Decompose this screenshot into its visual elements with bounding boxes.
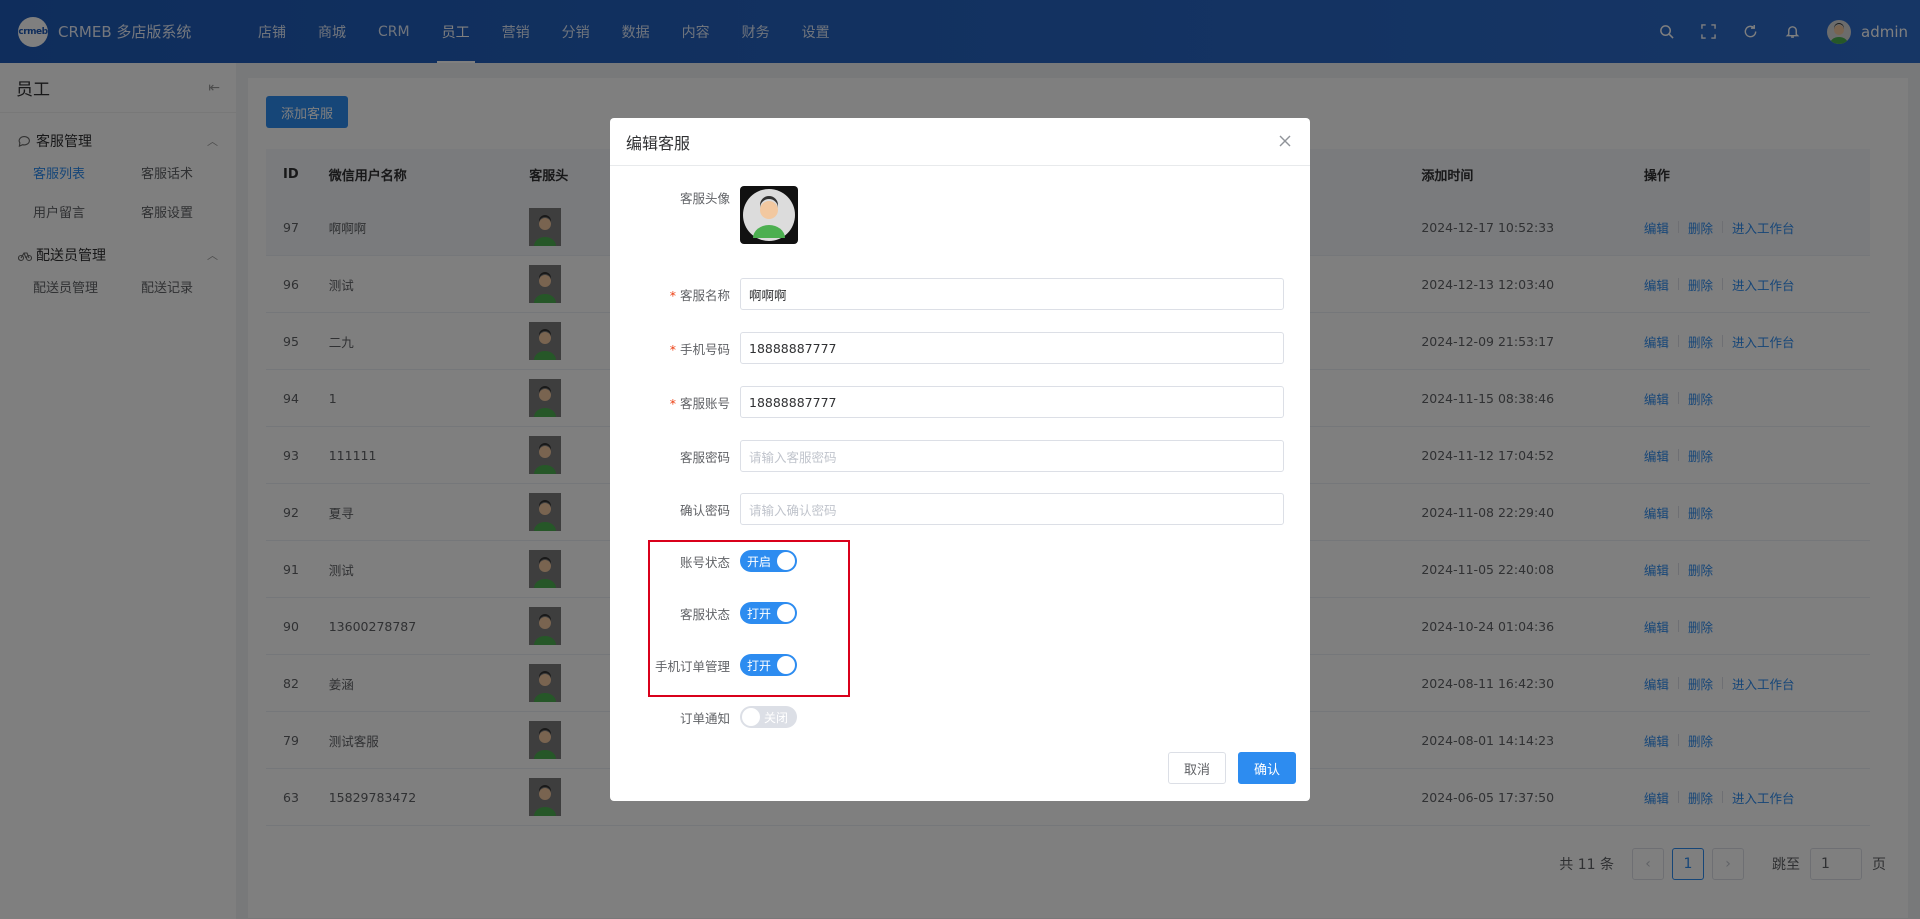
cancel-button[interactable]: 取消 (1168, 752, 1227, 784)
confirm-password-input[interactable]: 请输入确认密码 (740, 493, 1284, 525)
modal-header: 编辑客服 (610, 118, 1310, 166)
confirm-password-row: 确认密码 请输入确认密码 (610, 493, 1310, 525)
service-name-input[interactable]: 啊啊啊 (740, 278, 1284, 310)
account-input[interactable]: 18888887777 (740, 386, 1284, 418)
required-mark: * (669, 341, 676, 357)
order-notice-label: 订单通知 (679, 710, 730, 726)
avatar-label: 客服头像 (679, 191, 730, 206)
required-mark: * (669, 287, 676, 303)
modal-title: 编辑客服 (626, 133, 691, 153)
phone-label-text: 手机号码 (679, 341, 730, 357)
account-label: * 客服账号 (610, 393, 740, 412)
account-row: * 客服账号 18888887777 (610, 386, 1310, 418)
order-notice-switch[interactable]: 关闭 (740, 706, 797, 728)
password-row: 客服密码 请输入客服密码 (610, 440, 1310, 472)
name-label-text: 客服名称 (679, 287, 730, 303)
close-icon[interactable] (1278, 134, 1294, 150)
edit-service-modal: 编辑客服 客服头像 * 客服名称 啊啊啊 * 手机号码 18888887777 * 客… (610, 118, 1310, 801)
phone-input[interactable]: 18888887777 (740, 332, 1284, 364)
order-notice-row: 订单通知 关闭 (610, 706, 1310, 728)
confirm-button[interactable]: 确认 (1238, 752, 1297, 784)
phone-row: * 手机号码 18888887777 (610, 332, 1310, 364)
switch-knob (742, 708, 760, 726)
password-label: 客服密码 (679, 449, 730, 465)
switch-text: 关闭 (764, 710, 789, 725)
avatar-row: 客服头像 (610, 186, 1310, 244)
required-mark: * (669, 395, 676, 411)
name-label: * 客服名称 (610, 285, 740, 304)
account-label-text: 客服账号 (679, 395, 730, 411)
phone-label: * 手机号码 (610, 339, 740, 358)
password-input[interactable]: 请输入客服密码 (740, 440, 1284, 472)
highlight-annotation (648, 540, 850, 697)
confirm-password-label: 确认密码 (679, 502, 730, 518)
service-avatar-upload[interactable] (740, 186, 798, 244)
name-row: * 客服名称 啊啊啊 (610, 278, 1310, 310)
